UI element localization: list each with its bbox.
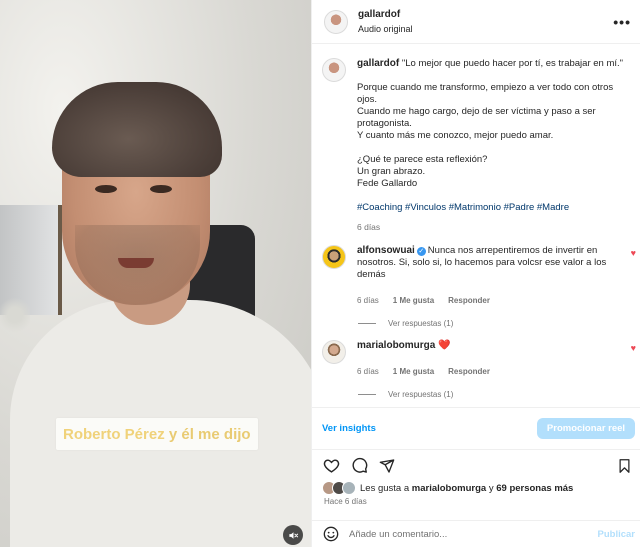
caption-time[interactable]: 6 días <box>357 221 627 233</box>
caption-paragraph: Cuando me hago cargo, dejo de ser víctim… <box>357 106 596 129</box>
comment-actions: 6 días 1 Me gusta Responder <box>357 366 615 378</box>
post-caption: gallardof "Lo mejor que puedo hacer por … <box>312 45 640 233</box>
liker-avatar[interactable] <box>342 481 356 495</box>
caption-paragraph: Y cuanto más me conozco, mejor puedo ama… <box>357 130 554 141</box>
video-person-mouth <box>118 258 154 268</box>
caption-body: gallardof "Lo mejor que puedo hacer por … <box>357 58 627 233</box>
caption-paragraph: Un gran abrazo. <box>357 166 426 177</box>
verified-badge-icon: ✓ <box>416 247 426 256</box>
like-button[interactable] <box>322 457 340 475</box>
caption-paragraph: Porque cuando me transformo, empiezo a v… <box>357 82 614 105</box>
share-icon <box>379 458 395 473</box>
replies-divider <box>358 323 376 324</box>
caption-paragraph: ¿Qué te parece esta reflexión? <box>357 154 488 165</box>
view-replies-label[interactable]: Ver respuestas (1) <box>388 390 453 399</box>
avatar[interactable] <box>324 9 348 34</box>
heart-icon[interactable]: ♥ <box>631 343 636 353</box>
reply-button[interactable]: Responder <box>448 366 490 378</box>
header-username[interactable]: gallardof <box>358 8 413 22</box>
comments-scroll-area[interactable]: gallardof "Lo mejor que puedo hacer por … <box>312 45 640 407</box>
publish-button[interactable]: Publicar <box>598 529 636 540</box>
caption-paragraph: Fede Gallardo <box>357 178 418 189</box>
avatar[interactable] <box>322 245 346 269</box>
comment-input[interactable] <box>349 528 579 540</box>
header-names: gallardof Audio original <box>358 8 413 36</box>
video-person-hair <box>52 82 222 177</box>
post-header: gallardof Audio original ••• <box>312 0 640 44</box>
view-replies[interactable]: Ver respuestas (1) <box>358 390 640 399</box>
comment-item: marialobomurga ❤️ 6 días 1 Me gusta Resp… <box>312 328 640 378</box>
emoji-button[interactable] <box>322 525 340 543</box>
muted-speaker-icon <box>288 531 298 539</box>
promote-reel-button[interactable]: Promocionar reel <box>537 418 635 439</box>
reply-button[interactable]: Responder <box>448 295 490 307</box>
likes-summary: Les gusta a marialobomurga y 69 personas… <box>322 481 573 495</box>
comment-body: alfonsowuai ✓ Nunca nos arrepentiremos de … <box>357 245 615 307</box>
video-plant <box>0 295 30 335</box>
likes-user[interactable]: marialobomurga <box>412 483 486 494</box>
view-replies[interactable]: Ver respuestas (1) <box>358 319 640 328</box>
video-person-eye <box>95 185 117 193</box>
comment-button[interactable] <box>350 457 368 475</box>
heart-icon <box>323 459 339 473</box>
caption-first-line: "Lo mejor que puedo hacer por tí, es tra… <box>401 58 624 69</box>
action-bar <box>312 449 640 481</box>
likes-prefix: Les gusta a <box>360 482 412 494</box>
save-button[interactable] <box>615 457 633 475</box>
avatar[interactable] <box>322 58 346 82</box>
comment-username[interactable]: alfonsowuai <box>357 245 415 256</box>
bookmark-icon <box>619 459 629 473</box>
likes-middle: y <box>486 482 497 494</box>
view-insights-link[interactable]: Ver insights <box>322 423 376 434</box>
comment-time[interactable]: 6 días <box>357 295 379 307</box>
reel-viewer: Roberto Pérez y él me dijo gallardof Aud… <box>0 0 640 547</box>
likes-text: Les gusta a marialobomurga y 69 personas… <box>360 483 573 494</box>
comment-actions: 6 días 1 Me gusta Responder <box>357 295 615 307</box>
video-caption-text: y él me dijo <box>164 425 251 443</box>
caption-username[interactable]: gallardof <box>357 58 399 69</box>
comment-username[interactable]: marialobomurga <box>357 340 435 351</box>
more-options-icon[interactable]: ••• <box>613 14 631 30</box>
view-replies-label[interactable]: Ver respuestas (1) <box>388 319 453 328</box>
caption-hashtags[interactable]: #Coaching #Vinculos #Matrimonio #Padre #… <box>357 202 627 214</box>
avatar[interactable] <box>322 340 346 364</box>
reel-video[interactable]: Roberto Pérez y él me dijo <box>0 0 311 547</box>
post-date: Hace 6 días <box>324 497 367 506</box>
insights-bar: Ver insights Promocionar reel <box>312 407 640 449</box>
comment-item: alfonsowuai ✓ Nunca nos arrepentiremos de … <box>312 233 640 307</box>
audio-label[interactable]: Audio original <box>358 22 413 36</box>
comment-likes[interactable]: 1 Me gusta <box>393 295 434 307</box>
heart-icon[interactable]: ♥ <box>631 248 636 258</box>
comment-time[interactable]: 6 días <box>357 366 379 378</box>
comment-likes[interactable]: 1 Me gusta <box>393 366 434 378</box>
replies-divider <box>358 394 376 395</box>
add-comment-bar: Publicar <box>312 520 640 547</box>
video-person-eye <box>150 185 172 193</box>
comment-icon <box>352 457 367 473</box>
comment-text: ❤️ <box>438 340 451 351</box>
mute-button[interactable] <box>283 525 303 545</box>
likes-count[interactable]: 69 personas más <box>496 483 573 494</box>
share-button[interactable] <box>378 457 396 475</box>
comment-body: marialobomurga ❤️ 6 días 1 Me gusta Resp… <box>357 340 615 378</box>
emoji-icon <box>323 526 339 542</box>
details-panel: gallardof Audio original ••• gallardof "… <box>311 0 640 547</box>
video-caption: Roberto Pérez y él me dijo <box>56 418 258 450</box>
video-caption-name: Roberto Pérez <box>63 425 165 443</box>
